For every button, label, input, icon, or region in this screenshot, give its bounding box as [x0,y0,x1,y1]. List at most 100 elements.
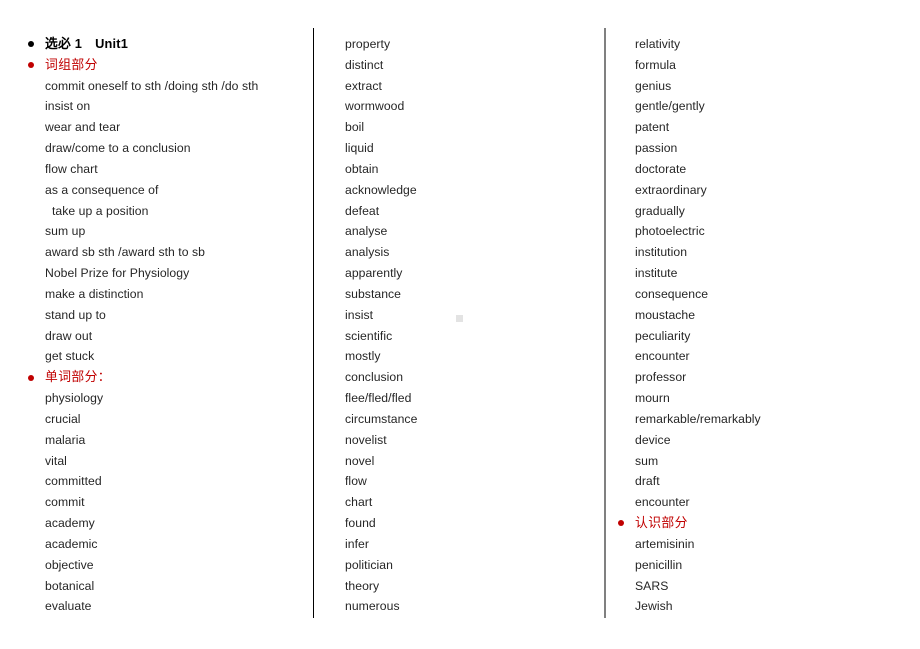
section-heading-label: 词组部分 [45,56,98,72]
list-item-label: institution [635,245,688,260]
list-item-label: flow chart [45,161,98,176]
list-item-label: property [345,37,391,51]
list-item-label: get stuck [45,349,95,364]
list-item-label: commit [45,495,85,510]
list-item: wear and tear [28,117,306,138]
list-item-label: novelist [345,432,387,447]
list-item: penicillin [618,555,912,576]
list-item-label: theory [345,578,380,593]
list-item: sum [618,451,912,472]
list-item-label: moustache [635,307,696,322]
list-item: extraordinary [618,180,912,201]
list-item: make a distinction [28,284,306,305]
list-item-label: politician [345,557,393,572]
list-item-label: patent [635,120,670,135]
list-item-label: wormwood [345,99,405,114]
list-item-label: crucial [45,411,81,426]
list-item: theory [328,576,596,597]
list-item: device [618,430,912,451]
vocabulary-column-2: property distinct extract wormwood boil liqui… [328,34,596,617]
list-item: evaluate [28,596,306,617]
bullet-icon [28,62,34,69]
list-item: flow chart [28,159,306,180]
list-item: relativity [618,34,912,55]
list-item: gradually [618,201,912,222]
list-item-label: award sb sth /award sth to sb [45,245,205,260]
list-item-label: commit oneself to sth /doing sth /do sth [45,78,259,93]
list-item: commit [28,492,306,513]
list-item-label: extraordinary [635,182,707,197]
list-item: property [328,34,596,55]
list-item-label: boil [345,120,365,135]
bullet-icon [28,41,34,48]
list-item-label: insist on [45,99,91,114]
list-item-label: artemisinin [635,536,695,551]
column-divider-1 [313,28,314,618]
list-item: objective [28,555,306,576]
list-item-label: malaria [45,432,86,447]
list-item: doctorate [618,159,912,180]
list-item: chart [328,492,596,513]
list-item: boil [328,117,596,138]
list-item-label: mourn [635,391,670,406]
list-item-label: encounter [635,495,690,510]
list-item-label: defeat [345,203,380,218]
list-item: analyse [328,221,596,242]
list-item-label: obtain [345,161,379,176]
list-item-label: SARS [635,578,669,593]
list-item-label: formula [635,57,676,72]
list-item-label: objective [45,557,94,572]
list-item: consequence [618,284,912,305]
list-item-label: institute [635,266,678,281]
list-item-label: novel [345,453,375,468]
list-item-label: extract [345,78,382,93]
list-item: SARS [618,576,912,597]
list-item: defeat [328,201,596,222]
list-item-label: genius [635,78,672,93]
list-item: take up a position [28,201,306,222]
column-divider-2 [604,28,606,618]
section-heading-label: 认识部分 [635,515,688,531]
list-item-label: distinct [345,57,384,72]
list-item-label: gradually [635,203,685,218]
list-item-label: apparently [345,266,403,281]
vocabulary-column-1: 选必 1 Unit1 词组部分 commit oneself to sth /doi… [28,34,306,617]
list-item-label: Jewish [635,599,673,614]
list-item: found [328,513,596,534]
list-item: commit oneself to sth /doing sth /do sth [28,76,306,97]
list-item: vital [28,451,306,472]
list-item-label: relativity [635,37,681,51]
list-item-label: chart [345,495,373,510]
list-item: get stuck [28,346,306,367]
list-item: apparently [328,263,596,284]
list-item: insist on [28,96,306,117]
list-item: mostly [328,346,596,367]
list-item-label: Nobel Prize for Physiology [45,266,190,281]
list-item-label: draw/come to a conclusion [45,141,191,156]
list-item: substance [328,284,596,305]
list-item: sum up [28,221,306,242]
list-item: institution [618,242,912,263]
list-item: distinct [328,55,596,76]
list-item-label: draw out [45,328,93,343]
list-item-label: conclusion [345,370,404,385]
list-item-label: remarkable/remarkably [635,411,761,426]
list-item: mourn [618,388,912,409]
list-item-label: insist [345,307,374,322]
list-item: politician [328,555,596,576]
list-item: liquid [328,138,596,159]
list-item: novelist [328,430,596,451]
list-item-label: doctorate [635,161,687,176]
bullet-icon [28,374,34,381]
section-heading-label: 选必 1 Unit1 [45,36,129,51]
list-item: draw/come to a conclusion [28,138,306,159]
list-item: analysis [328,242,596,263]
list-item-label: physiology [45,391,104,406]
list-item-label: flow [345,474,367,489]
list-item: professor [618,367,912,388]
list-item: remarkable/remarkably [618,409,912,430]
list-item: passion [618,138,912,159]
list-item-label: vital [45,453,67,468]
list-item-label: numerous [345,599,400,614]
vocabulary-column-3: relativity formula genius gentle/gently pate… [618,34,912,617]
